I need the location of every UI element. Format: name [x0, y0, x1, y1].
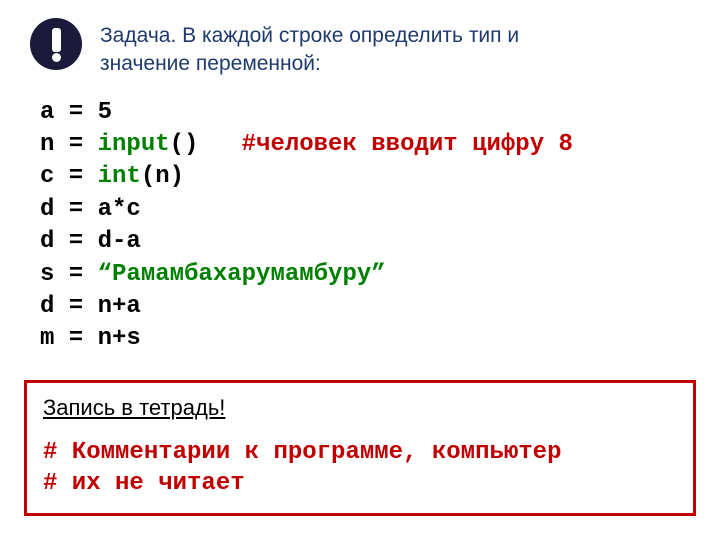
code-line-2: n = input() #человек вводит цифру 8	[40, 129, 720, 161]
code-text: n =	[40, 131, 98, 158]
exclamation-icon	[30, 18, 82, 70]
code-comment: #человек вводит цифру 8	[242, 131, 573, 158]
code-line-1: a = 5	[40, 97, 720, 129]
code-text: a =	[40, 99, 98, 126]
code-line-7: d = n+a	[40, 291, 720, 323]
code-keyword: int	[98, 163, 141, 190]
code-text: (n)	[141, 163, 184, 190]
task-title: Задача. В каждой строке определить тип и…	[100, 18, 580, 79]
code-line-5: d = d-a	[40, 226, 720, 258]
note-title: Запись в тетрадь!	[43, 395, 677, 421]
code-block: a = 5 n = input() #человек вводит цифру …	[0, 89, 720, 356]
code-line-8: m = n+s	[40, 323, 720, 355]
code-keyword: input	[98, 131, 170, 158]
code-line-6: s = “Рамамбахарумамбуру”	[40, 259, 720, 291]
code-line-4: d = a*c	[40, 194, 720, 226]
code-text: ()	[170, 131, 242, 158]
code-text: 5	[98, 99, 112, 126]
note-line: # Комментарии к программе, компьютер	[43, 439, 561, 466]
code-string: “Рамамбахарумамбуру”	[98, 261, 386, 288]
note-line: # их не читает	[43, 470, 245, 497]
code-text: c =	[40, 163, 98, 190]
code-line-3: c = int(n)	[40, 161, 720, 193]
note-box: Запись в тетрадь! # Комментарии к програ…	[24, 380, 696, 516]
note-code: # Комментарии к программе, компьютер # и…	[43, 437, 677, 499]
code-text: s =	[40, 261, 98, 288]
